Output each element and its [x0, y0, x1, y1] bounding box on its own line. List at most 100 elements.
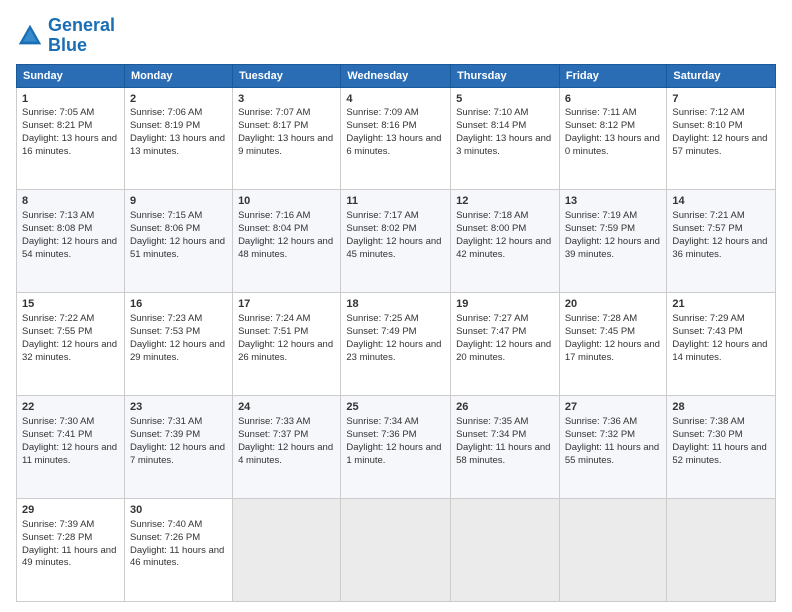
calendar-table: SundayMondayTuesdayWednesdayThursdayFrid… — [16, 64, 776, 602]
calendar-cell-day-8: 8Sunrise: 7:13 AMSunset: 8:08 PMDaylight… — [17, 190, 125, 293]
daylight: Daylight: 11 hours and 46 minutes. — [130, 545, 224, 569]
calendar-cell-day-17: 17Sunrise: 7:24 AMSunset: 7:51 PMDayligh… — [233, 293, 341, 396]
daylight: Daylight: 13 hours and 16 minutes. — [22, 133, 117, 157]
sunset: Sunset: 7:47 PM — [456, 326, 526, 337]
sunrise: Sunrise: 7:35 AM — [456, 416, 528, 427]
daylight: Daylight: 13 hours and 13 minutes. — [130, 133, 225, 157]
calendar-cell-day-20: 20Sunrise: 7:28 AM Sunset: 7:45 PM Dayligh… — [559, 293, 667, 396]
sunrise: Sunrise: 7:15 AM — [130, 210, 202, 221]
sunrise: Sunrise: 7:25 AM — [346, 313, 418, 324]
calendar-cell-day-15: 15Sunrise: 7:22 AM Sunset: 7:55 PM Dayligh… — [17, 293, 125, 396]
daylight: Daylight: 12 hours and 17 minutes. — [565, 339, 660, 363]
daylight: Daylight: 12 hours and 11 minutes. — [22, 442, 117, 466]
sunrise: Sunrise: 7:39 AM — [22, 519, 94, 530]
day-number: 30 — [130, 503, 227, 518]
calendar-cell-day-10: 10Sunrise: 7:16 AMSunset: 8:04 PMDayligh… — [233, 190, 341, 293]
daylight: Daylight: 12 hours and 45 minutes. — [346, 236, 441, 260]
calendar-cell-day-29: 29Sunrise: 7:39 AM Sunset: 7:28 PM Dayligh… — [17, 499, 125, 602]
sunset: Sunset: 7:34 PM — [456, 429, 526, 440]
day-number: 22 — [22, 400, 119, 415]
calendar-body: 1Sunrise: 7:05 AMSunset: 8:21 PMDaylight… — [17, 87, 776, 601]
sunrise: Sunrise: 7:13 AM — [22, 210, 94, 221]
day-number: 29 — [22, 503, 119, 518]
sunset: Sunset: 8:00 PM — [456, 223, 526, 234]
calendar-cell-day-1: 1Sunrise: 7:05 AMSunset: 8:21 PMDaylight… — [17, 87, 125, 190]
sunset: Sunset: 7:55 PM — [22, 326, 92, 337]
day-number: 3 — [238, 92, 335, 107]
calendar-cell-empty — [233, 499, 341, 602]
calendar-cell-day-22: 22Sunrise: 7:30 AMSunset: 7:41 PMDayligh… — [17, 396, 125, 499]
logo-icon — [16, 22, 44, 50]
daylight: Daylight: 12 hours and 39 minutes. — [565, 236, 660, 260]
logo: General Blue — [16, 16, 115, 56]
day-number: 17 — [238, 297, 335, 312]
sunset: Sunset: 8:08 PM — [22, 223, 92, 234]
sunset: Sunset: 7:30 PM — [672, 429, 742, 440]
daylight: Daylight: 13 hours and 6 minutes. — [346, 133, 441, 157]
daylight: Daylight: 12 hours and 57 minutes. — [672, 133, 767, 157]
calendar-cell-day-25: 25Sunrise: 7:34 AMSunset: 7:36 PMDayligh… — [341, 396, 451, 499]
day-number: 25 — [346, 400, 445, 415]
daylight: Daylight: 12 hours and 48 minutes. — [238, 236, 333, 260]
sunrise: Sunrise: 7:17 AM — [346, 210, 418, 221]
sunset: Sunset: 7:28 PM — [22, 532, 92, 543]
sunset: Sunset: 7:37 PM — [238, 429, 308, 440]
sunrise: Sunrise: 7:24 AM — [238, 313, 310, 324]
calendar-cell-empty — [559, 499, 667, 602]
calendar-cell-day-3: 3Sunrise: 7:07 AMSunset: 8:17 PMDaylight… — [233, 87, 341, 190]
sunrise: Sunrise: 7:10 AM — [456, 107, 528, 118]
sunset: Sunset: 7:41 PM — [22, 429, 92, 440]
header: General Blue — [16, 16, 776, 56]
sunset: Sunset: 7:51 PM — [238, 326, 308, 337]
day-number: 13 — [565, 194, 662, 209]
day-number: 20 — [565, 297, 662, 312]
calendar-cell-day-2: 2Sunrise: 7:06 AMSunset: 8:19 PMDaylight… — [124, 87, 232, 190]
sunrise: Sunrise: 7:16 AM — [238, 210, 310, 221]
daylight: Daylight: 12 hours and 7 minutes. — [130, 442, 225, 466]
daylight: Daylight: 12 hours and 14 minutes. — [672, 339, 767, 363]
daylight: Daylight: 11 hours and 49 minutes. — [22, 545, 116, 569]
day-number: 19 — [456, 297, 554, 312]
calendar-cell-day-26: 26Sunrise: 7:35 AMSunset: 7:34 PMDayligh… — [451, 396, 560, 499]
calendar-cell-day-7: 7Sunrise: 7:12 AMSunset: 8:10 PMDaylight… — [667, 87, 776, 190]
sunset: Sunset: 7:49 PM — [346, 326, 416, 337]
day-number: 9 — [130, 194, 227, 209]
page: General Blue SundayMondayTuesdayWednesda… — [0, 0, 792, 612]
calendar-header-sunday: Sunday — [17, 64, 125, 87]
day-number: 23 — [130, 400, 227, 415]
daylight: Daylight: 12 hours and 4 minutes. — [238, 442, 333, 466]
sunset: Sunset: 7:39 PM — [130, 429, 200, 440]
calendar-cell-day-5: 5Sunrise: 7:10 AMSunset: 8:14 PMDaylight… — [451, 87, 560, 190]
sunrise: Sunrise: 7:18 AM — [456, 210, 528, 221]
calendar-header-tuesday: Tuesday — [233, 64, 341, 87]
daylight: Daylight: 12 hours and 32 minutes. — [22, 339, 117, 363]
sunset: Sunset: 8:06 PM — [130, 223, 200, 234]
day-number: 14 — [672, 194, 770, 209]
sunrise: Sunrise: 7:22 AM — [22, 313, 94, 324]
day-number: 1 — [22, 92, 119, 107]
sunrise: Sunrise: 7:23 AM — [130, 313, 202, 324]
sunrise: Sunrise: 7:28 AM — [565, 313, 637, 324]
daylight: Daylight: 12 hours and 51 minutes. — [130, 236, 225, 260]
calendar-header-row: SundayMondayTuesdayWednesdayThursdayFrid… — [17, 64, 776, 87]
sunset: Sunset: 7:43 PM — [672, 326, 742, 337]
day-number: 15 — [22, 297, 119, 312]
calendar-cell-day-4: 4Sunrise: 7:09 AMSunset: 8:16 PMDaylight… — [341, 87, 451, 190]
day-number: 11 — [346, 194, 445, 209]
sunset: Sunset: 7:45 PM — [565, 326, 635, 337]
sunrise: Sunrise: 7:07 AM — [238, 107, 310, 118]
calendar-header-monday: Monday — [124, 64, 232, 87]
calendar-cell-day-19: 19Sunrise: 7:27 AMSunset: 7:47 PMDayligh… — [451, 293, 560, 396]
calendar-header-friday: Friday — [559, 64, 667, 87]
day-number: 24 — [238, 400, 335, 415]
sunset: Sunset: 7:32 PM — [565, 429, 635, 440]
sunrise: Sunrise: 7:38 AM — [672, 416, 744, 427]
sunset: Sunset: 8:16 PM — [346, 120, 416, 131]
daylight: Daylight: 12 hours and 20 minutes. — [456, 339, 551, 363]
sunrise: Sunrise: 7:40 AM — [130, 519, 202, 530]
sunset: Sunset: 7:26 PM — [130, 532, 200, 543]
sunset: Sunset: 8:10 PM — [672, 120, 742, 131]
daylight: Daylight: 12 hours and 42 minutes. — [456, 236, 551, 260]
sunrise: Sunrise: 7:12 AM — [672, 107, 744, 118]
daylight: Daylight: 12 hours and 1 minute. — [346, 442, 441, 466]
